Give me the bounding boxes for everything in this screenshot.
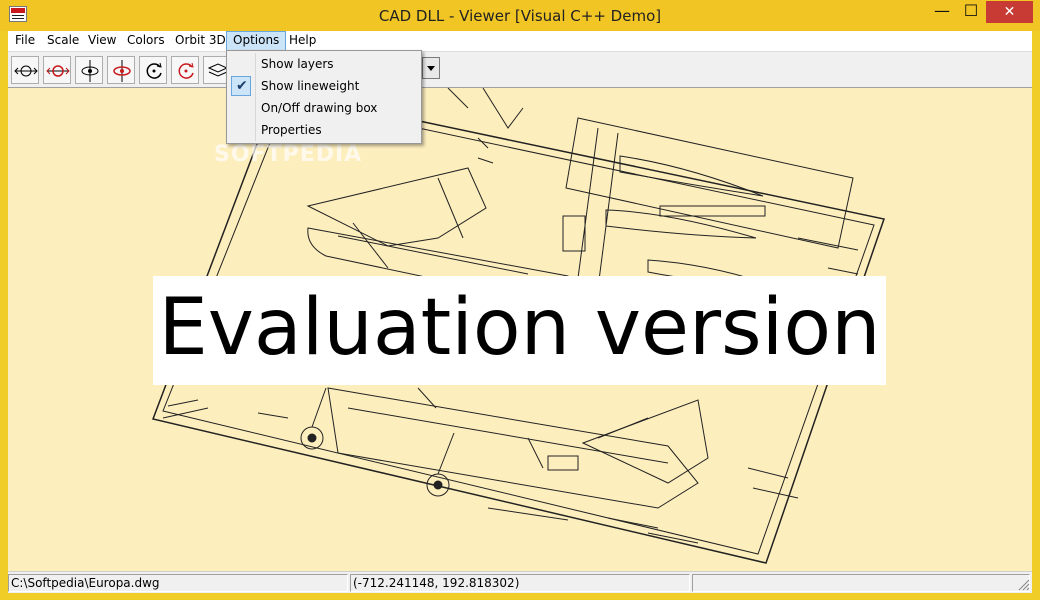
layer-combo-dropdown[interactable] [422,57,440,79]
close-button[interactable]: ✕ [986,1,1033,23]
menu-file[interactable]: File [9,31,41,51]
menu-item-label: Properties [261,123,322,137]
rotate-z-button[interactable] [139,56,167,84]
menu-item-label: Show lineweight [261,79,360,93]
minimize-button[interactable]: — [928,1,956,23]
rotate-z-red-icon [178,62,194,79]
menu-item-properties[interactable]: Properties [228,119,420,141]
menu-help[interactable]: Help [283,31,322,51]
menu-bar: File Scale View Colors Orbit 3D Options … [8,31,1032,51]
status-bar: C:\Softpedia\Europa.dwg (-712.241148, 19… [8,571,1032,593]
resize-grip-icon[interactable] [1018,579,1030,591]
checkmark-icon: ✔ [236,78,248,94]
menu-scale[interactable]: Scale [41,31,85,51]
evaluation-text: Evaluation version [158,283,881,373]
rotate-y-icon [81,60,99,82]
menu-item-show-layers[interactable]: Show layers [228,53,420,75]
menu-colors[interactable]: Colors [121,31,171,51]
menu-orbit-3d[interactable]: Orbit 3D [169,31,232,51]
menu-item-show-lineweight[interactable]: ✔ Show lineweight [228,75,420,97]
menu-view[interactable]: View [82,31,122,51]
title-bar[interactable]: CAD DLL - Viewer [Visual C++ Demo] — ☐ ✕ [0,0,1040,31]
pan-x-button[interactable] [11,56,39,84]
menu-item-label: Show layers [261,57,334,71]
window-title: CAD DLL - Viewer [Visual C++ Demo] [378,7,662,25]
softpedia-watermark: SOFTPEDIA [214,142,363,167]
menu-item-label: On/Off drawing box [261,101,378,115]
rotate-y-button[interactable] [75,56,103,84]
toolbar [8,51,1032,88]
checked-indicator: ✔ [231,76,251,96]
maximize-button[interactable]: ☐ [957,1,985,23]
pan-x-icon [14,65,38,77]
evaluation-banner: Evaluation version [153,276,886,385]
rotate-z-icon [146,62,162,79]
pan-x-red-button[interactable] [43,56,71,84]
status-extra [692,574,1030,592]
drawing-canvas[interactable]: SOFTPEDIA Evaluation version [8,88,1032,571]
chevron-down-icon [427,66,435,71]
rotate-y-red-button[interactable] [107,56,135,84]
status-file-path: C:\Softpedia\Europa.dwg [8,574,348,592]
rotate-z-red-button[interactable] [171,56,199,84]
options-dropdown: Show layers ✔ Show lineweight On/Off dra… [226,50,422,144]
status-coordinates: (-712.241148, 192.818302) [350,574,690,592]
rotate-y-red-icon [113,60,131,82]
menu-options[interactable]: Options [226,31,287,51]
pan-x-red-icon [46,65,70,77]
menu-item-drawing-box[interactable]: On/Off drawing box [228,97,420,119]
